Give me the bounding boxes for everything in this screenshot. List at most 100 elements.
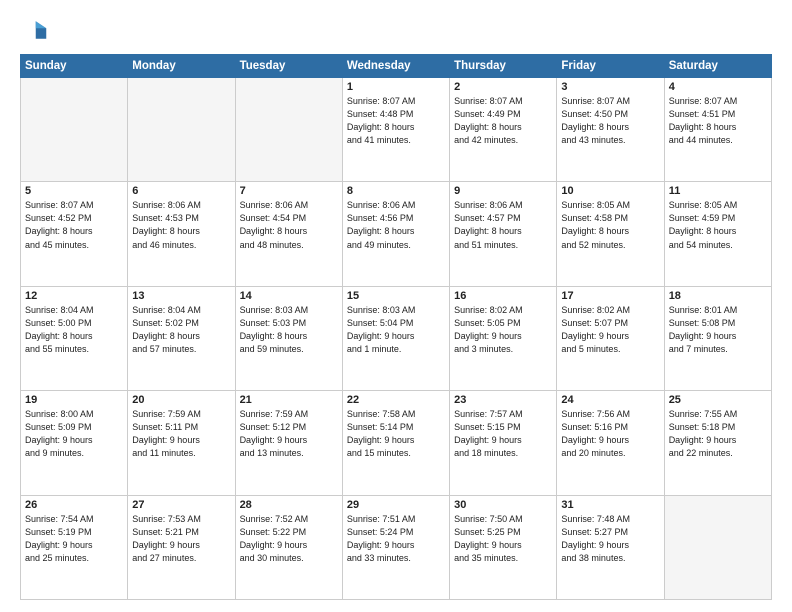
col-header-saturday: Saturday [664, 55, 771, 78]
day-number: 24 [561, 394, 659, 406]
day-number: 12 [25, 290, 123, 302]
calendar-header-row: SundayMondayTuesdayWednesdayThursdayFrid… [21, 55, 772, 78]
calendar-cell: 26 Sunrise: 7:54 AM Sunset: 5:19 PM Dayli… [21, 495, 128, 599]
day-number: 6 [132, 185, 230, 197]
logo [20, 16, 52, 44]
day-info: Sunrise: 8:07 AM Sunset: 4:52 PM Dayligh… [25, 199, 123, 251]
day-info: Sunrise: 8:02 AM Sunset: 5:07 PM Dayligh… [561, 304, 659, 356]
day-info: Sunrise: 8:07 AM Sunset: 4:51 PM Dayligh… [669, 95, 767, 147]
calendar-cell: 29 Sunrise: 7:51 AM Sunset: 5:24 PM Dayli… [342, 495, 449, 599]
day-info: Sunrise: 8:04 AM Sunset: 5:02 PM Dayligh… [132, 304, 230, 356]
calendar-cell [664, 495, 771, 599]
calendar-cell: 30 Sunrise: 7:50 AM Sunset: 5:25 PM Dayli… [450, 495, 557, 599]
page: SundayMondayTuesdayWednesdayThursdayFrid… [0, 0, 792, 612]
calendar-cell: 22 Sunrise: 7:58 AM Sunset: 5:14 PM Dayli… [342, 391, 449, 495]
day-number: 10 [561, 185, 659, 197]
day-info: Sunrise: 7:51 AM Sunset: 5:24 PM Dayligh… [347, 513, 445, 565]
day-info: Sunrise: 8:07 AM Sunset: 4:49 PM Dayligh… [454, 95, 552, 147]
day-info: Sunrise: 8:05 AM Sunset: 4:59 PM Dayligh… [669, 199, 767, 251]
day-info: Sunrise: 8:07 AM Sunset: 4:48 PM Dayligh… [347, 95, 445, 147]
calendar-cell: 16Sunrise: 8:02 AM Sunset: 5:05 PM Dayli… [450, 286, 557, 390]
day-number: 5 [25, 185, 123, 197]
day-info: Sunrise: 7:53 AM Sunset: 5:21 PM Dayligh… [132, 513, 230, 565]
calendar-week-5: 26 Sunrise: 7:54 AM Sunset: 5:19 PM Dayli… [21, 495, 772, 599]
day-number: 21 [240, 394, 338, 406]
day-info: Sunrise: 8:06 AM Sunset: 4:56 PM Dayligh… [347, 199, 445, 251]
day-info: Sunrise: 8:03 AM Sunset: 5:04 PM Dayligh… [347, 304, 445, 356]
day-info: Sunrise: 8:03 AM Sunset: 5:03 PM Dayligh… [240, 304, 338, 356]
calendar-cell: 8 Sunrise: 8:06 AM Sunset: 4:56 PM Daylig… [342, 182, 449, 286]
calendar-cell: 9 Sunrise: 8:06 AM Sunset: 4:57 PM Daylig… [450, 182, 557, 286]
calendar-cell: 1Sunrise: 8:07 AM Sunset: 4:48 PM Daylig… [342, 78, 449, 182]
day-number: 29 [347, 499, 445, 511]
calendar-week-1: 1Sunrise: 8:07 AM Sunset: 4:48 PM Daylig… [21, 78, 772, 182]
calendar-cell [128, 78, 235, 182]
day-number: 20 [132, 394, 230, 406]
day-number: 4 [669, 81, 767, 93]
col-header-tuesday: Tuesday [235, 55, 342, 78]
calendar-cell [21, 78, 128, 182]
calendar-cell: 28 Sunrise: 7:52 AM Sunset: 5:22 PM Dayli… [235, 495, 342, 599]
col-header-monday: Monday [128, 55, 235, 78]
day-info: Sunrise: 7:54 AM Sunset: 5:19 PM Dayligh… [25, 513, 123, 565]
calendar-cell: 4 Sunrise: 8:07 AM Sunset: 4:51 PM Daylig… [664, 78, 771, 182]
day-info: Sunrise: 7:59 AM Sunset: 5:12 PM Dayligh… [240, 408, 338, 460]
day-number: 31 [561, 499, 659, 511]
day-info: Sunrise: 7:55 AM Sunset: 5:18 PM Dayligh… [669, 408, 767, 460]
col-header-wednesday: Wednesday [342, 55, 449, 78]
calendar-cell: 18 Sunrise: 8:01 AM Sunset: 5:08 PM Dayli… [664, 286, 771, 390]
calendar-cell: 20 Sunrise: 7:59 AM Sunset: 5:11 PM Dayli… [128, 391, 235, 495]
calendar-cell: 12Sunrise: 8:04 AM Sunset: 5:00 PM Dayli… [21, 286, 128, 390]
day-number: 8 [347, 185, 445, 197]
calendar-table: SundayMondayTuesdayWednesdayThursdayFrid… [20, 54, 772, 600]
day-info: Sunrise: 8:05 AM Sunset: 4:58 PM Dayligh… [561, 199, 659, 251]
day-info: Sunrise: 7:57 AM Sunset: 5:15 PM Dayligh… [454, 408, 552, 460]
day-info: Sunrise: 8:07 AM Sunset: 4:50 PM Dayligh… [561, 95, 659, 147]
calendar-cell: 27 Sunrise: 7:53 AM Sunset: 5:21 PM Dayli… [128, 495, 235, 599]
day-info: Sunrise: 7:58 AM Sunset: 5:14 PM Dayligh… [347, 408, 445, 460]
day-info: Sunrise: 8:06 AM Sunset: 4:54 PM Dayligh… [240, 199, 338, 251]
day-number: 22 [347, 394, 445, 406]
col-header-sunday: Sunday [21, 55, 128, 78]
calendar-cell: 3 Sunrise: 8:07 AM Sunset: 4:50 PM Daylig… [557, 78, 664, 182]
calendar-cell: 10 Sunrise: 8:05 AM Sunset: 4:58 PM Dayli… [557, 182, 664, 286]
day-info: Sunrise: 7:59 AM Sunset: 5:11 PM Dayligh… [132, 408, 230, 460]
day-number: 18 [669, 290, 767, 302]
calendar-cell: 6Sunrise: 8:06 AM Sunset: 4:53 PM Daylig… [128, 182, 235, 286]
day-number: 27 [132, 499, 230, 511]
calendar-cell: 23 Sunrise: 7:57 AM Sunset: 5:15 PM Dayli… [450, 391, 557, 495]
calendar-cell: 13 Sunrise: 8:04 AM Sunset: 5:02 PM Dayli… [128, 286, 235, 390]
day-number: 17 [561, 290, 659, 302]
day-info: Sunrise: 8:01 AM Sunset: 5:08 PM Dayligh… [669, 304, 767, 356]
calendar-cell: 17 Sunrise: 8:02 AM Sunset: 5:07 PM Dayli… [557, 286, 664, 390]
day-number: 9 [454, 185, 552, 197]
day-number: 25 [669, 394, 767, 406]
calendar-cell: 2Sunrise: 8:07 AM Sunset: 4:49 PM Daylig… [450, 78, 557, 182]
logo-icon [20, 16, 48, 44]
calendar-cell [235, 78, 342, 182]
day-info: Sunrise: 7:52 AM Sunset: 5:22 PM Dayligh… [240, 513, 338, 565]
calendar-cell: 15 Sunrise: 8:03 AM Sunset: 5:04 PM Dayli… [342, 286, 449, 390]
col-header-friday: Friday [557, 55, 664, 78]
calendar-cell: 25 Sunrise: 7:55 AM Sunset: 5:18 PM Dayli… [664, 391, 771, 495]
calendar-cell: 31Sunrise: 7:48 AM Sunset: 5:27 PM Dayli… [557, 495, 664, 599]
calendar-cell: 11Sunrise: 8:05 AM Sunset: 4:59 PM Dayli… [664, 182, 771, 286]
day-number: 30 [454, 499, 552, 511]
day-number: 26 [25, 499, 123, 511]
calendar-cell: 21 Sunrise: 7:59 AM Sunset: 5:12 PM Dayli… [235, 391, 342, 495]
calendar-cell: 14Sunrise: 8:03 AM Sunset: 5:03 PM Dayli… [235, 286, 342, 390]
day-number: 15 [347, 290, 445, 302]
day-number: 3 [561, 81, 659, 93]
day-info: Sunrise: 8:06 AM Sunset: 4:57 PM Dayligh… [454, 199, 552, 251]
day-number: 7 [240, 185, 338, 197]
day-number: 23 [454, 394, 552, 406]
day-info: Sunrise: 8:02 AM Sunset: 5:05 PM Dayligh… [454, 304, 552, 356]
calendar-week-4: 19Sunrise: 8:00 AM Sunset: 5:09 PM Dayli… [21, 391, 772, 495]
day-number: 13 [132, 290, 230, 302]
day-number: 19 [25, 394, 123, 406]
day-number: 28 [240, 499, 338, 511]
day-info: Sunrise: 7:50 AM Sunset: 5:25 PM Dayligh… [454, 513, 552, 565]
calendar-week-3: 12Sunrise: 8:04 AM Sunset: 5:00 PM Dayli… [21, 286, 772, 390]
col-header-thursday: Thursday [450, 55, 557, 78]
calendar-cell: 7 Sunrise: 8:06 AM Sunset: 4:54 PM Daylig… [235, 182, 342, 286]
